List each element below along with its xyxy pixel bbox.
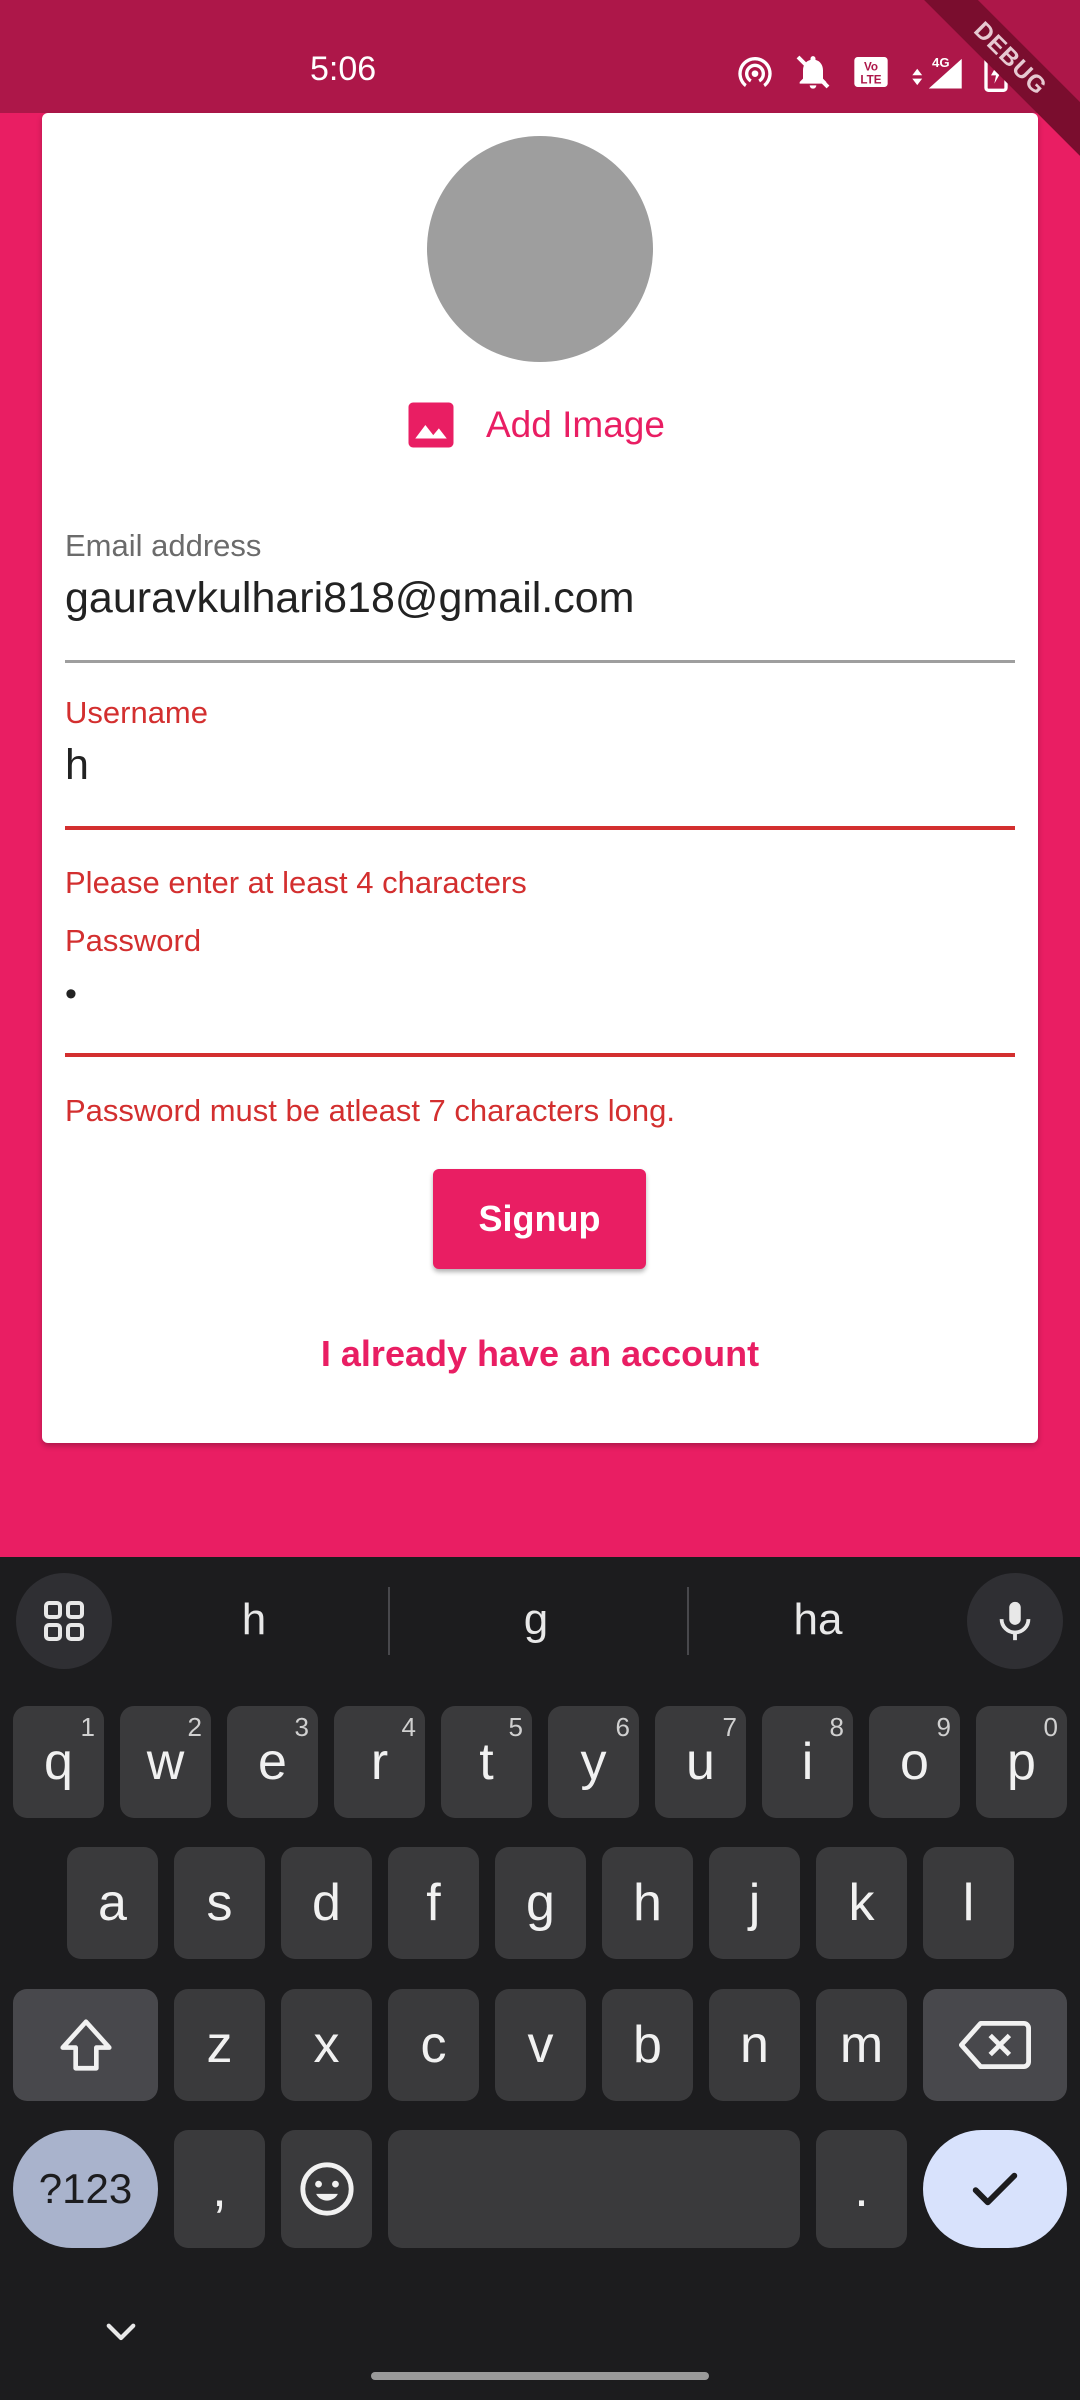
key-label: i — [801, 1733, 814, 1791]
key-label: y — [580, 1733, 607, 1791]
signup-card: Add Image Email address gauravkulhari818… — [42, 113, 1038, 1443]
gesture-nav-bar[interactable] — [371, 2372, 709, 2380]
key-label: w — [146, 1733, 185, 1791]
key-m[interactable]: m — [816, 1989, 907, 2101]
password-field[interactable]: Password • Password must be atleast 7 ch… — [65, 923, 1015, 1143]
svg-text:Vo: Vo — [864, 60, 878, 73]
svg-text:LTE: LTE — [860, 74, 881, 87]
shift-key[interactable] — [13, 1989, 158, 2101]
status-time: 5:06 — [310, 50, 377, 88]
suggestion-2[interactable]: g — [436, 1595, 636, 1645]
key-k[interactable]: k — [816, 1847, 907, 1959]
login-link[interactable]: I already have an account — [42, 1333, 1038, 1375]
key-hint: 6 — [615, 1712, 630, 1742]
key-j[interactable]: j — [709, 1847, 800, 1959]
backspace-key[interactable] — [923, 1989, 1067, 2101]
suggestion-3[interactable]: ha — [718, 1595, 918, 1645]
key-p[interactable]: p0 — [976, 1706, 1067, 1818]
key-label: p — [1007, 1733, 1036, 1791]
shift-icon — [59, 2019, 112, 2071]
key-y[interactable]: y6 — [548, 1706, 639, 1818]
password-value[interactable]: • — [65, 975, 1015, 1014]
key-label: e — [258, 1733, 287, 1791]
key-o[interactable]: o9 — [869, 1706, 960, 1818]
email-underline — [65, 660, 1015, 663]
password-error: Password must be atleast 7 characters lo… — [65, 1093, 675, 1128]
microphone-icon[interactable] — [967, 1573, 1063, 1669]
username-field[interactable]: Username h Please enter at least 4 chara… — [65, 695, 1015, 915]
key-label: o — [900, 1733, 929, 1791]
key-l[interactable]: l — [923, 1847, 1014, 1959]
key-h[interactable]: h — [602, 1847, 693, 1959]
key-r[interactable]: r4 — [334, 1706, 425, 1818]
key-c[interactable]: c — [388, 1989, 479, 2101]
check-icon — [972, 2172, 1018, 2206]
key-hint: 2 — [187, 1712, 202, 1742]
signup-button[interactable]: Signup — [433, 1169, 646, 1269]
key-hint: 0 — [1043, 1712, 1058, 1742]
suggestion-divider — [687, 1587, 689, 1655]
email-label: Email address — [65, 528, 262, 563]
key-a[interactable]: a — [67, 1847, 158, 1959]
key-i[interactable]: i8 — [762, 1706, 853, 1818]
key-hint: 5 — [508, 1712, 523, 1742]
key-hint: 1 — [80, 1712, 95, 1742]
key-z[interactable]: z — [174, 1989, 265, 2101]
key-w[interactable]: w2 — [120, 1706, 211, 1818]
key-hint: 4 — [401, 1712, 416, 1742]
status-bar: 5:06 Vo LTE 4G DEBUG — [0, 0, 1080, 161]
volte-icon: Vo LTE — [851, 52, 891, 92]
apps-grid-icon[interactable] — [16, 1573, 112, 1669]
done-key[interactable] — [923, 2130, 1067, 2248]
chevron-down-icon[interactable] — [100, 2310, 142, 2352]
signal-4g-icon: 4G — [909, 52, 965, 92]
space-key[interactable] — [388, 2130, 800, 2248]
add-image-label: Add Image — [486, 404, 665, 445]
password-underline — [65, 1053, 1015, 1057]
key-d[interactable]: d — [281, 1847, 372, 1959]
image-icon — [408, 402, 454, 448]
suggestion-strip: h g ha — [0, 1557, 1080, 1685]
bell-off-icon — [793, 52, 833, 92]
status-icons: Vo LTE 4G — [735, 52, 1009, 92]
period-key[interactable]: . — [816, 2130, 907, 2248]
key-v[interactable]: v — [495, 1989, 586, 2101]
backspace-icon — [959, 2020, 1031, 2069]
hotspot-icon — [735, 52, 775, 92]
key-s[interactable]: s — [174, 1847, 265, 1959]
key-g[interactable]: g — [495, 1847, 586, 1959]
symbols-key[interactable]: ?123 — [13, 2130, 158, 2248]
key-hint: 7 — [722, 1712, 737, 1742]
suggestion-divider — [388, 1587, 390, 1655]
key-b[interactable]: b — [602, 1989, 693, 2101]
password-label: Password — [65, 923, 202, 958]
key-hint: 3 — [294, 1712, 309, 1742]
key-label: q — [44, 1733, 73, 1791]
add-image-button[interactable]: Add Image — [404, 398, 665, 452]
keyboard: h g ha q1 w2 e3 r4 t5 y6 u7 i8 o9 p0 a s… — [0, 1557, 1080, 2400]
key-hint: 8 — [829, 1712, 844, 1742]
key-x[interactable]: x — [281, 1989, 372, 2101]
username-error: Please enter at least 4 characters — [65, 865, 527, 900]
suggestion-1[interactable]: h — [154, 1595, 354, 1645]
key-label: t — [479, 1733, 494, 1791]
key-label: r — [370, 1733, 389, 1791]
avatar[interactable] — [427, 136, 653, 362]
svg-text:4G: 4G — [932, 55, 950, 70]
email-value[interactable]: gauravkulhari818@gmail.com — [65, 574, 1015, 623]
emoji-icon — [299, 2162, 354, 2216]
key-e[interactable]: e3 — [227, 1706, 318, 1818]
username-label: Username — [65, 695, 208, 730]
key-label: u — [686, 1733, 715, 1791]
key-hint: 9 — [936, 1712, 951, 1742]
key-u[interactable]: u7 — [655, 1706, 746, 1818]
emoji-key[interactable] — [281, 2130, 372, 2248]
key-q[interactable]: q1 — [13, 1706, 104, 1818]
comma-key[interactable]: , — [174, 2130, 265, 2248]
username-underline — [65, 826, 1015, 830]
username-value[interactable]: h — [65, 741, 1015, 790]
key-n[interactable]: n — [709, 1989, 800, 2101]
key-t[interactable]: t5 — [441, 1706, 532, 1818]
key-f[interactable]: f — [388, 1847, 479, 1959]
